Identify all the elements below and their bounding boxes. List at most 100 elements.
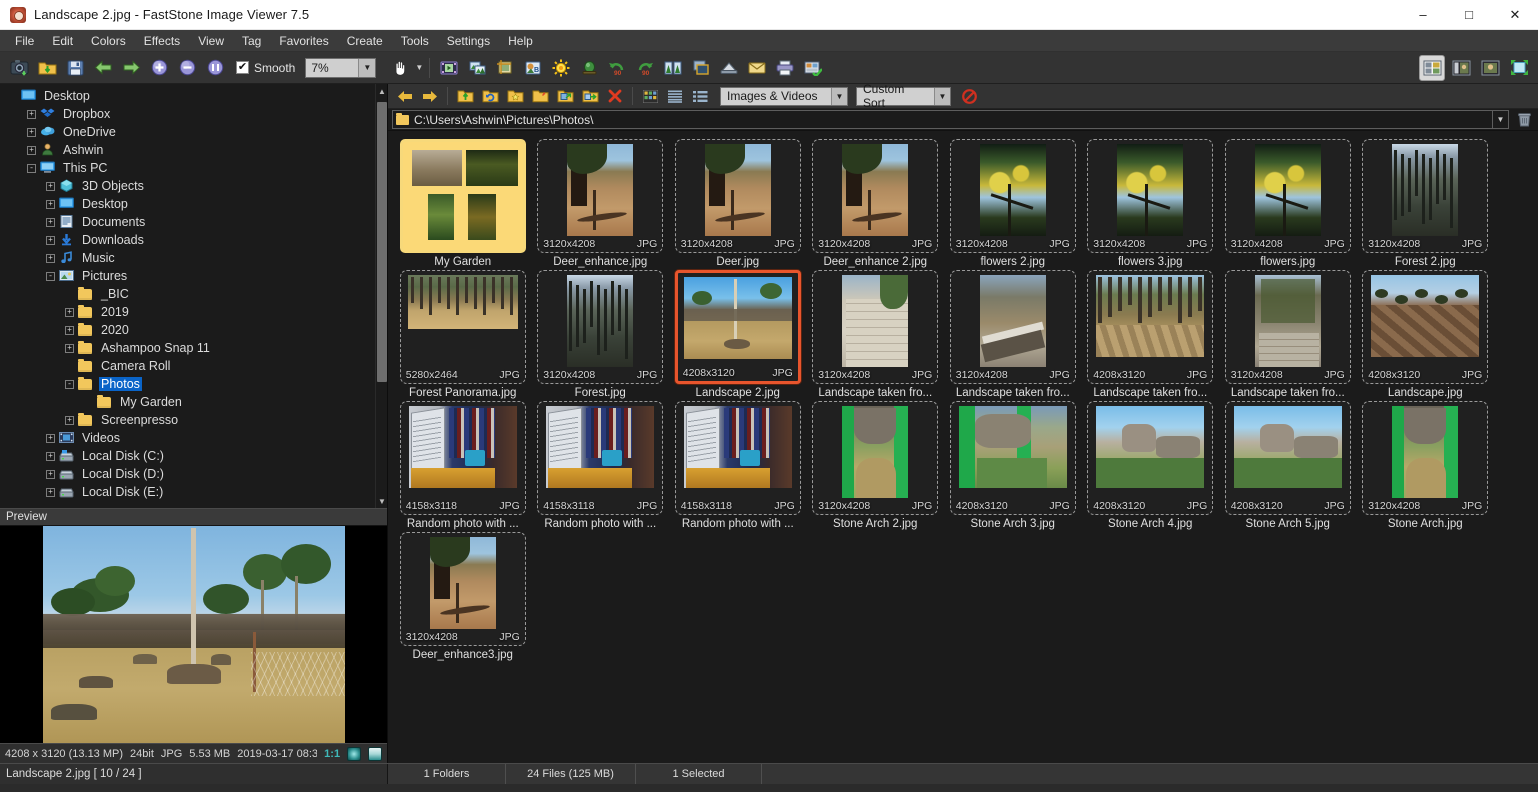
image-thumbnail[interactable]: 4158x3118JPG [537, 401, 663, 515]
color-balance-icon[interactable]: B [520, 55, 546, 81]
tree-item-videos[interactable]: +Videos [4, 429, 387, 447]
tree-item-ashampoo-snap-11[interactable]: +Ashampoo Snap 11 [4, 339, 387, 357]
image-thumbnail[interactable]: 4208x3120JPG [675, 270, 801, 384]
copy-to-folder-icon[interactable] [553, 85, 577, 107]
menu-view[interactable]: View [189, 31, 233, 51]
previous-image-icon[interactable] [90, 55, 116, 81]
compare-images-icon[interactable] [464, 55, 490, 81]
thumbnail-cell[interactable]: 4158x3118JPGRandom photo with ... [394, 401, 532, 530]
expand-node-icon[interactable]: + [27, 128, 36, 137]
image-thumbnail[interactable]: 3120x4208JPG [812, 139, 938, 253]
thumbnail-cell[interactable]: 3120x4208JPGStone Arch.jpg [1357, 401, 1495, 530]
thumbnail-cell[interactable]: 4208x3120JPGLandscape 2.jpg [669, 270, 807, 399]
expand-node-icon[interactable]: + [65, 326, 74, 335]
chevron-down-icon[interactable]: ▼ [358, 59, 375, 77]
expand-node-icon[interactable]: + [46, 182, 55, 191]
up-folder-icon[interactable] [453, 85, 477, 107]
image-thumbnail[interactable]: 3120x4208JPG [1362, 139, 1488, 253]
thumbnail-cell[interactable]: 4208x3120JPGStone Arch 5.jpg [1219, 401, 1357, 530]
screen-capture-icon[interactable] [6, 55, 32, 81]
image-thumbnail[interactable]: 3120x4208JPG [675, 139, 801, 253]
recycle-bin-icon[interactable] [1514, 112, 1534, 127]
chevron-down-icon[interactable]: ▼ [831, 88, 847, 105]
image-thumbnail[interactable]: 3120x4208JPG [950, 270, 1076, 384]
browser-view-icon[interactable] [1419, 55, 1445, 81]
menu-create[interactable]: Create [338, 31, 392, 51]
tree-item-downloads[interactable]: +Downloads [4, 231, 387, 249]
tree-item-3d-objects[interactable]: +3D Objects [4, 177, 387, 195]
drop-shadow-icon[interactable] [688, 55, 714, 81]
thumbnail-cell[interactable]: 3120x4208JPGStone Arch 2.jpg [807, 401, 945, 530]
menu-effects[interactable]: Effects [135, 31, 189, 51]
image-window-icon[interactable] [1448, 55, 1474, 81]
thumbnail-cell[interactable]: 3120x4208JPGDeer.jpg [669, 139, 807, 268]
no-entry-icon[interactable] [957, 85, 981, 107]
zoom-out-icon[interactable] [174, 55, 200, 81]
tree-item-music[interactable]: +Music [4, 249, 387, 267]
smooth-toggle[interactable]: ✔ Smooth [236, 61, 295, 75]
move-to-folder-icon[interactable] [578, 85, 602, 107]
rotate-left-90-icon[interactable]: 90 [604, 55, 630, 81]
tree-item-this-pc[interactable]: -This PC [4, 159, 387, 177]
favorites-folder-icon[interactable] [503, 85, 527, 107]
image-thumbnail[interactable]: 3120x4208JPG [812, 401, 938, 515]
scroll-down-icon[interactable]: ▼ [376, 494, 387, 508]
image-thumbnail[interactable]: 3120x4208JPG [1362, 401, 1488, 515]
image-thumbnail[interactable]: 4208x3120JPG [1087, 401, 1213, 515]
chevron-down-icon[interactable]: ▼ [934, 88, 950, 105]
refresh-folder-icon[interactable] [478, 85, 502, 107]
expand-node-icon[interactable]: + [46, 200, 55, 209]
thumbnail-cell[interactable]: 3120x4208JPGflowers.jpg [1219, 139, 1357, 268]
close-button[interactable]: ✕ [1492, 0, 1538, 30]
thumbnail-cell[interactable]: 3120x4208JPGLandscape taken fro... [944, 270, 1082, 399]
menu-colors[interactable]: Colors [82, 31, 135, 51]
print-icon[interactable] [772, 55, 798, 81]
tree-item-onedrive[interactable]: +OneDrive [4, 123, 387, 141]
rotate-right-90-icon[interactable]: 90 [632, 55, 658, 81]
expand-node-icon[interactable]: + [46, 236, 55, 245]
image-thumbnail[interactable]: 4208x3120JPG [1225, 401, 1351, 515]
actual-size-icon[interactable] [202, 55, 228, 81]
thumbnail-grid[interactable]: My Garden3120x4208JPGDeer_enhance.jpg312… [388, 131, 1538, 763]
collapse-node-icon[interactable]: - [46, 272, 55, 281]
thumbnail-cell[interactable]: 4208x3120JPGLandscape.jpg [1357, 270, 1495, 399]
expand-node-icon[interactable]: + [46, 434, 55, 443]
tree-item-local-disk-e[interactable]: +Local Disk (E:) [4, 483, 387, 501]
tree-item-my-garden[interactable]: My Garden [4, 393, 387, 411]
image-thumbnail[interactable]: 3120x4208JPG [1225, 270, 1351, 384]
scrollbar-thumb[interactable] [377, 102, 387, 382]
smooth-checkbox[interactable]: ✔ [236, 61, 249, 74]
tree-item-desktop[interactable]: Desktop [4, 87, 387, 105]
mirror-icon[interactable] [660, 55, 686, 81]
folder-thumbnail[interactable] [400, 139, 526, 253]
image-thumbnail[interactable]: 4208x3120JPG [1087, 270, 1213, 384]
expand-node-icon[interactable]: + [65, 308, 74, 317]
fit-window-icon[interactable] [347, 747, 361, 761]
detail-view-icon[interactable] [688, 85, 712, 107]
chevron-down-icon[interactable]: ▼ [415, 63, 423, 72]
image-only-icon[interactable] [1477, 55, 1503, 81]
open-folder-icon[interactable] [34, 55, 60, 81]
preview-header[interactable]: Preview ⱟ [0, 508, 387, 526]
tree-item-2020[interactable]: +2020 [4, 321, 387, 339]
menu-settings[interactable]: Settings [438, 31, 499, 51]
thumbnail-cell[interactable]: 3120x4208JPGLandscape taken fro... [807, 270, 945, 399]
file-type-filter-value[interactable]: Images & Videos [721, 88, 831, 105]
thumbnail-cell[interactable]: 3120x4208JPGForest 2.jpg [1357, 139, 1495, 268]
email-icon[interactable] [744, 55, 770, 81]
image-thumbnail[interactable]: 3120x4208JPG [537, 270, 663, 384]
image-thumbnail[interactable]: 4208x3120JPG [950, 401, 1076, 515]
thumbnail-cell[interactable]: 3120x4208JPGDeer_enhance.jpg [532, 139, 670, 268]
slideshow-icon[interactable] [436, 55, 462, 81]
tree-item-dropbox[interactable]: +Dropbox [4, 105, 387, 123]
expand-node-icon[interactable]: + [46, 470, 55, 479]
thumbnail-cell[interactable]: 3120x4208JPGDeer_enhance3.jpg [394, 532, 532, 661]
menu-tools[interactable]: Tools [392, 31, 438, 51]
thumbnail-cell[interactable]: 3120x4208JPGForest.jpg [532, 270, 670, 399]
maximize-button[interactable]: □ [1446, 0, 1492, 30]
menu-file[interactable]: File [6, 31, 43, 51]
zoom-level-value[interactable]: 7% [306, 59, 358, 77]
thumbnail-cell[interactable]: 4208x3120JPGStone Arch 4.jpg [1082, 401, 1220, 530]
expand-node-icon[interactable]: + [46, 218, 55, 227]
back-icon[interactable] [393, 85, 417, 107]
